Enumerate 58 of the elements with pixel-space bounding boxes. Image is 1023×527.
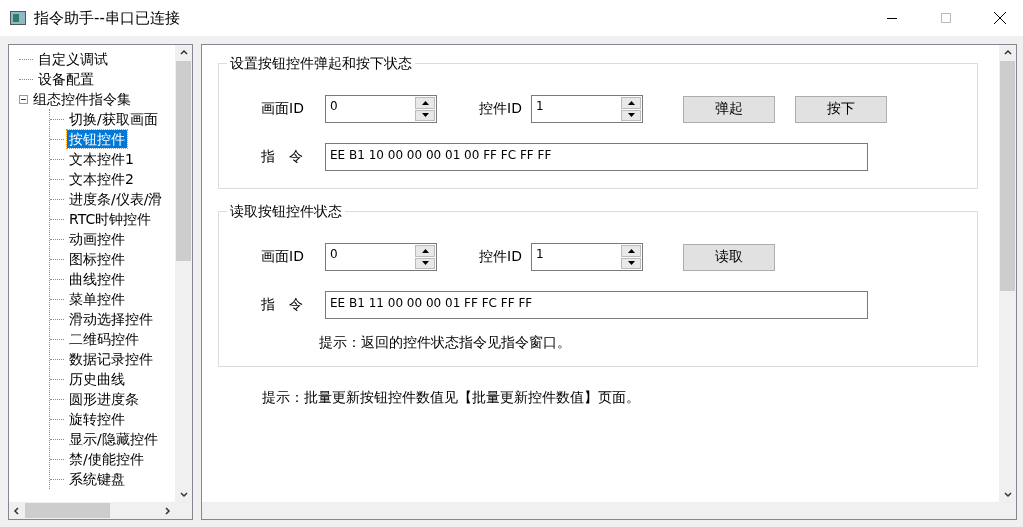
tree-item[interactable]: 动画控件	[67, 230, 127, 248]
tree-item[interactable]: 系统键盘	[67, 470, 127, 488]
group-title: 设置按钮控件弹起和按下状态	[227, 55, 415, 73]
command-field[interactable]: EE B1 10 00 00 00 01 00 FF FC FF FF	[325, 143, 868, 171]
spin-field[interactable]: 0	[325, 95, 437, 123]
field-label: 画面ID	[261, 100, 305, 118]
app-icon	[10, 11, 26, 25]
tree-panel[interactable]: 自定义调试 设备配置 组态控件指令集 切换/获取画面 按钮控件 文本控件1 文本控件2 进度条/仪表/滑 RTC时钟控件 动画控件 图标控件 曲线控件 菜单控件 滑动选择控件 二维码控件 数据记录控件 历史曲线 圆形进度条 旋转控件 显示/隐藏控件 禁/使能控件 系统键盘	[8, 44, 193, 520]
tree-item[interactable]: 旋转控件	[67, 410, 127, 428]
window-title: 指令助手--串口已连接	[34, 8, 181, 28]
tree-item[interactable]: 曲线控件	[67, 270, 127, 288]
tree-item[interactable]: 文本控件1	[67, 150, 136, 168]
field-label: 画面ID	[261, 248, 305, 266]
command-field[interactable]: EE B1 11 00 00 00 01 FF FC FF FF	[325, 291, 868, 319]
tree-item[interactable]: RTC时钟控件	[67, 210, 154, 228]
action-button[interactable]: 弹起	[683, 95, 775, 123]
vertical-scrollbar[interactable]	[175, 45, 192, 502]
action-button[interactable]: 读取	[683, 243, 775, 271]
collapse-icon[interactable]	[19, 94, 28, 104]
tree-item[interactable]: 自定义调试	[36, 50, 110, 68]
spin-down-icon[interactable]	[421, 113, 429, 118]
spin-field[interactable]: 0	[325, 243, 437, 271]
horizontal-scrollbar[interactable]	[9, 502, 175, 519]
spin-down-icon[interactable]	[627, 261, 635, 266]
field-label: 控件ID	[479, 248, 523, 266]
tree-item[interactable]: 历史曲线	[67, 370, 127, 388]
spin-up-icon[interactable]	[421, 248, 429, 253]
tree-item[interactable]: 数据记录控件	[67, 350, 155, 368]
field-label: 控件ID	[479, 100, 523, 118]
spin-up-icon[interactable]	[627, 100, 635, 105]
tree-item[interactable]: 组态控件指令集	[31, 90, 133, 108]
tree-item[interactable]: 显示/隐藏控件	[67, 430, 160, 448]
horizontal-scrollbar[interactable]	[202, 502, 999, 519]
spin-up-icon[interactable]	[421, 100, 429, 105]
spin-down-icon[interactable]	[421, 261, 429, 266]
spin-field[interactable]: 1	[531, 243, 643, 271]
close-icon[interactable]	[994, 12, 1006, 24]
tree-item[interactable]: 禁/使能控件	[67, 450, 146, 468]
tree-item[interactable]: 圆形进度条	[67, 390, 141, 408]
tree-item[interactable]: 二维码控件	[67, 330, 141, 348]
field-label: 指 令	[261, 148, 304, 166]
tree-item[interactable]: 图标控件	[67, 250, 127, 268]
tree-item[interactable]: 按钮控件	[67, 130, 127, 148]
tree-item[interactable]: 滑动选择控件	[67, 310, 155, 328]
vertical-scrollbar[interactable]	[999, 45, 1016, 502]
action-button[interactable]: 按下	[795, 95, 887, 123]
hint-text: 提示：返回的控件状态指令见指令窗口。	[319, 334, 572, 352]
spin-up-icon[interactable]	[627, 248, 635, 253]
field-label: 指 令	[261, 296, 304, 314]
spin-down-icon[interactable]	[627, 113, 635, 118]
hint-text: 提示：批量更新按钮控件数值见【批量更新控件数值】页面。	[262, 389, 641, 407]
tree-item[interactable]: 设备配置	[36, 70, 96, 88]
spin-field[interactable]: 1	[531, 95, 643, 123]
group-title: 读取按钮控件状态	[227, 203, 345, 221]
tree-item[interactable]: 文本控件2	[67, 170, 136, 188]
tree-item[interactable]: 进度条/仪表/滑	[67, 190, 165, 208]
tree-item[interactable]: 菜单控件	[67, 290, 127, 308]
tree-item[interactable]: 切换/获取画面	[67, 110, 160, 128]
